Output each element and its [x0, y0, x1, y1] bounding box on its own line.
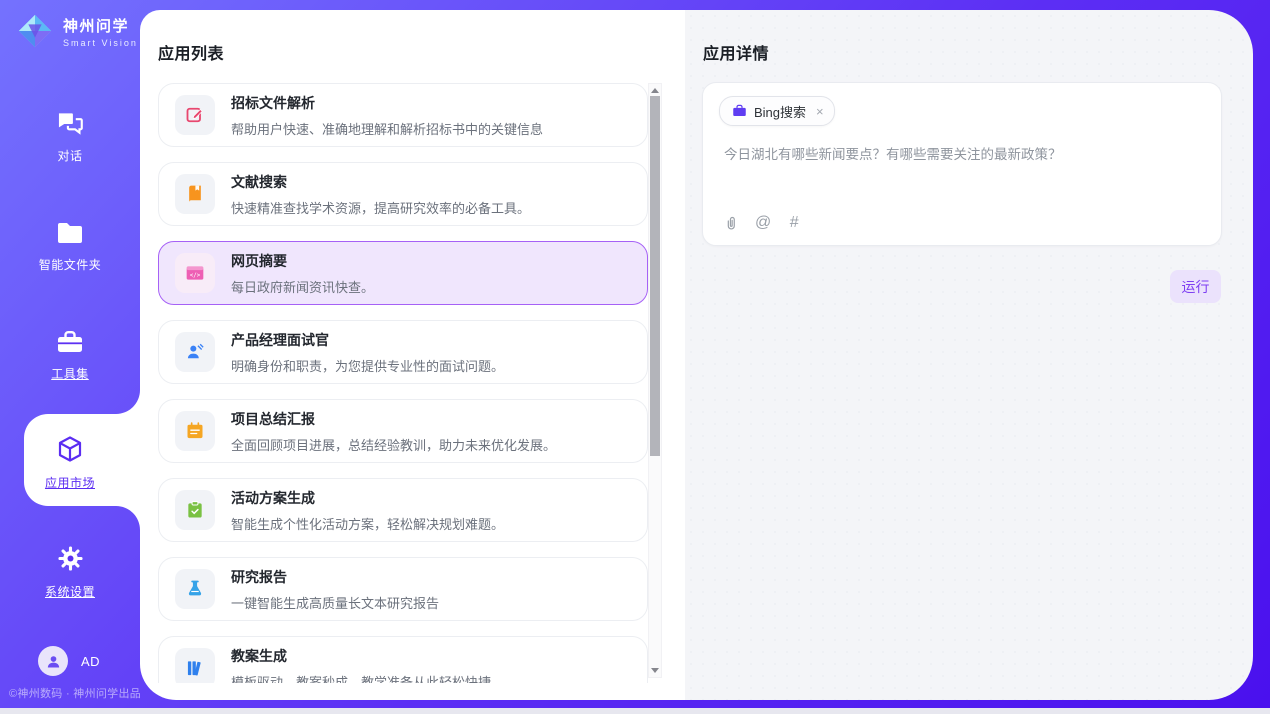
app-list-item[interactable]: 教案生成 模板驱动，教案秒成，教学准备从此轻松快捷 [158, 636, 648, 683]
sidebar-item-settings[interactable]: 系统设置 [0, 545, 140, 600]
sidebar-item-smart-folders[interactable]: 智能文件夹 [0, 221, 140, 273]
chat-icon [56, 110, 85, 141]
app-detail-title: 应用详情 [703, 40, 769, 64]
app-icon-tile [175, 174, 215, 214]
brand-subtitle: Smart Vision [63, 38, 138, 48]
run-button[interactable]: 运行 [1170, 270, 1221, 303]
svg-text:</>: </> [190, 273, 201, 279]
app-list-panel: 应用列表 招标文件解析 帮助用户快速、准确地理解和解析招标书中的关键信息 文献搜… [140, 10, 685, 700]
app-detail-panel: 应用详情 Bing搜索 × 今日湖北有哪些新闻要点？有哪些需要关注的最新政策？ … [685, 10, 1253, 700]
app-icon-tile [175, 490, 215, 530]
brand-logo: 神州问学 Smart Vision [16, 12, 138, 50]
main-panel: 应用列表 招标文件解析 帮助用户快速、准确地理解和解析招标书中的关键信息 文献搜… [140, 10, 1253, 700]
app-icon-tile [175, 411, 215, 451]
app-name: 活动方案生成 [231, 488, 504, 508]
scrollbar-thumb[interactable] [650, 96, 660, 456]
tool-tag-bing-search[interactable]: Bing搜索 × [719, 96, 835, 126]
query-text: 今日湖北有哪些新闻要点？有哪些需要关注的最新政策？ [724, 145, 1201, 165]
pen-square-icon [185, 105, 205, 125]
close-icon[interactable]: × [816, 104, 824, 119]
brand-logo-icon [16, 12, 54, 50]
attachment-icon[interactable] [723, 215, 740, 232]
brand-name: 神州问学 [63, 15, 138, 36]
app-icon-tile [175, 569, 215, 609]
sidebar-item-app-market[interactable]: 应用市场 [0, 435, 140, 491]
app-description: 帮助用户快速、准确地理解和解析招标书中的关键信息 [231, 119, 543, 138]
app-list-item[interactable]: </> 网页摘要 每日政府新闻资讯快查。 [158, 241, 648, 305]
user-row[interactable]: AD [38, 646, 100, 676]
gear-icon [57, 545, 84, 577]
app-list-item[interactable]: 活动方案生成 智能生成个性化活动方案，轻松解决规划难题。 [158, 478, 648, 542]
app-list-item[interactable]: 产品经理面试官 明确身份和职责，为您提供专业性的面试问题。 [158, 320, 648, 384]
app-name: 文献搜索 [231, 172, 530, 192]
clipboard-check-icon [185, 500, 205, 520]
app-list: 招标文件解析 帮助用户快速、准确地理解和解析招标书中的关键信息 文献搜索 快速精… [158, 83, 648, 683]
app-name: 网页摘要 [231, 251, 374, 271]
app-name: 研究报告 [231, 567, 439, 587]
books-icon [185, 658, 205, 678]
app-icon-tile [175, 95, 215, 135]
briefcase-icon [732, 104, 747, 118]
app-description: 模板驱动，教案秒成，教学准备从此轻松快捷 [231, 672, 491, 684]
app-name: 招标文件解析 [231, 93, 543, 113]
cube-icon [56, 435, 84, 468]
hash-icon[interactable]: # [786, 214, 802, 232]
scroll-up-icon[interactable] [651, 88, 659, 93]
browser-code-icon: </> [185, 263, 205, 283]
app-icon-tile [175, 332, 215, 372]
app-list-title: 应用列表 [158, 40, 224, 64]
app-list-item[interactable]: 研究报告 一键智能生成高质量长文本研究报告 [158, 557, 648, 621]
sidebar-item-toolset[interactable]: 工具集 [0, 330, 140, 382]
app-description: 智能生成个性化活动方案，轻松解决规划难题。 [231, 514, 504, 533]
calendar-icon [185, 421, 205, 441]
app-name: 教案生成 [231, 646, 491, 666]
user-name: AD [81, 654, 100, 669]
app-icon-tile: </> [175, 253, 215, 293]
app-list-item[interactable]: 招标文件解析 帮助用户快速、准确地理解和解析招标书中的关键信息 [158, 83, 648, 147]
app-list-item[interactable]: 文献搜索 快速精准查找学术资源，提高研究效率的必备工具。 [158, 162, 648, 226]
sidebar-footer: ©神州数码 · 神州问学出品 [9, 685, 141, 701]
mention-icon[interactable]: @ [755, 214, 771, 232]
sidebar-item-label: 应用市场 [45, 474, 95, 491]
composer-toolbar: @# [723, 213, 802, 233]
sidebar-item-label: 智能文件夹 [39, 256, 102, 273]
toolbox-icon [56, 330, 84, 359]
app-description: 一键智能生成高质量长文本研究报告 [231, 593, 439, 612]
sidebar-item-label: 工具集 [51, 365, 89, 382]
tool-tag-label: Bing搜索 [754, 102, 806, 121]
scrollbar[interactable] [648, 83, 662, 678]
app-name: 项目总结汇报 [231, 409, 556, 429]
app-description: 每日政府新闻资讯快查。 [231, 277, 374, 296]
avatar[interactable] [38, 646, 68, 676]
app-icon-tile [175, 648, 215, 683]
app-name: 产品经理面试官 [231, 330, 504, 350]
app-description: 全面回顾项目进展，总结经验教训，助力未来优化发展。 [231, 435, 556, 454]
app-list-item[interactable]: 项目总结汇报 全面回顾项目进展，总结经验教训，助力未来优化发展。 [158, 399, 648, 463]
book-icon [185, 184, 205, 204]
sidebar-item-label: 系统设置 [45, 583, 95, 600]
app-description: 明确身份和职责，为您提供专业性的面试问题。 [231, 356, 504, 375]
prompt-composer[interactable]: Bing搜索 × 今日湖北有哪些新闻要点？有哪些需要关注的最新政策？ @# [702, 82, 1222, 246]
scroll-down-icon[interactable] [651, 668, 659, 673]
interviewer-icon [185, 342, 205, 362]
sidebar-item-chat[interactable]: 对话 [0, 110, 140, 164]
app-description: 快速精准查找学术资源，提高研究效率的必备工具。 [231, 198, 530, 217]
folder-icon [56, 221, 84, 250]
sidebar-item-label: 对话 [57, 147, 82, 164]
research-icon [185, 579, 205, 599]
